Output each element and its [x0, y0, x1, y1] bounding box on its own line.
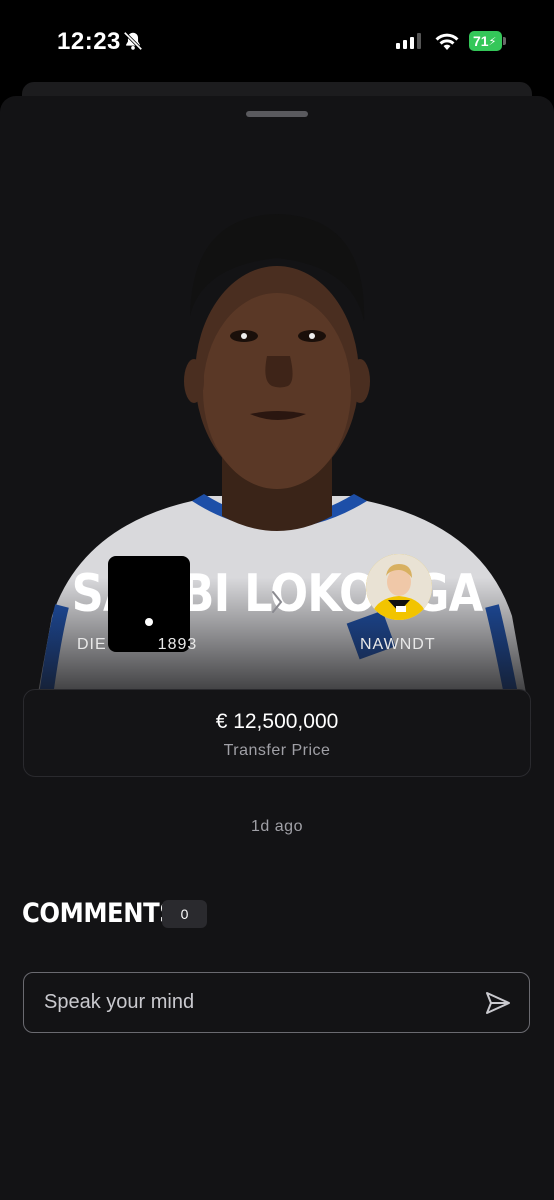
wifi-icon	[435, 33, 459, 50]
time-ago: 1d ago	[251, 818, 303, 835]
status-bar: 12:23 71 ⚡	[0, 0, 554, 84]
comment-input[interactable]	[44, 973, 464, 1031]
battery-level: 71	[473, 33, 489, 49]
transfer-price-value: € 12,500,000	[215, 710, 339, 733]
from-club-name: DIE 1893	[77, 636, 198, 653]
signal-icon	[396, 33, 421, 49]
avatar-photo	[366, 554, 432, 620]
to-club-name: NAWNDT	[360, 636, 436, 653]
chevron-right-icon	[272, 591, 283, 613]
comments-heading: COMMENTS	[22, 898, 177, 929]
comment-box	[23, 972, 530, 1033]
send-icon[interactable]	[484, 990, 512, 1016]
sheet-grabber[interactable]	[246, 111, 308, 117]
comments-count-badge: 0	[162, 900, 207, 928]
transfer-price-label: Transfer Price	[223, 742, 331, 759]
price-card: € 12,500,000 Transfer Price	[23, 689, 531, 777]
battery-icon: 71 ⚡	[469, 31, 507, 51]
status-time: 12:23	[57, 28, 121, 55]
to-club-avatar[interactable]	[366, 554, 432, 620]
bell-slash-icon	[123, 31, 143, 51]
